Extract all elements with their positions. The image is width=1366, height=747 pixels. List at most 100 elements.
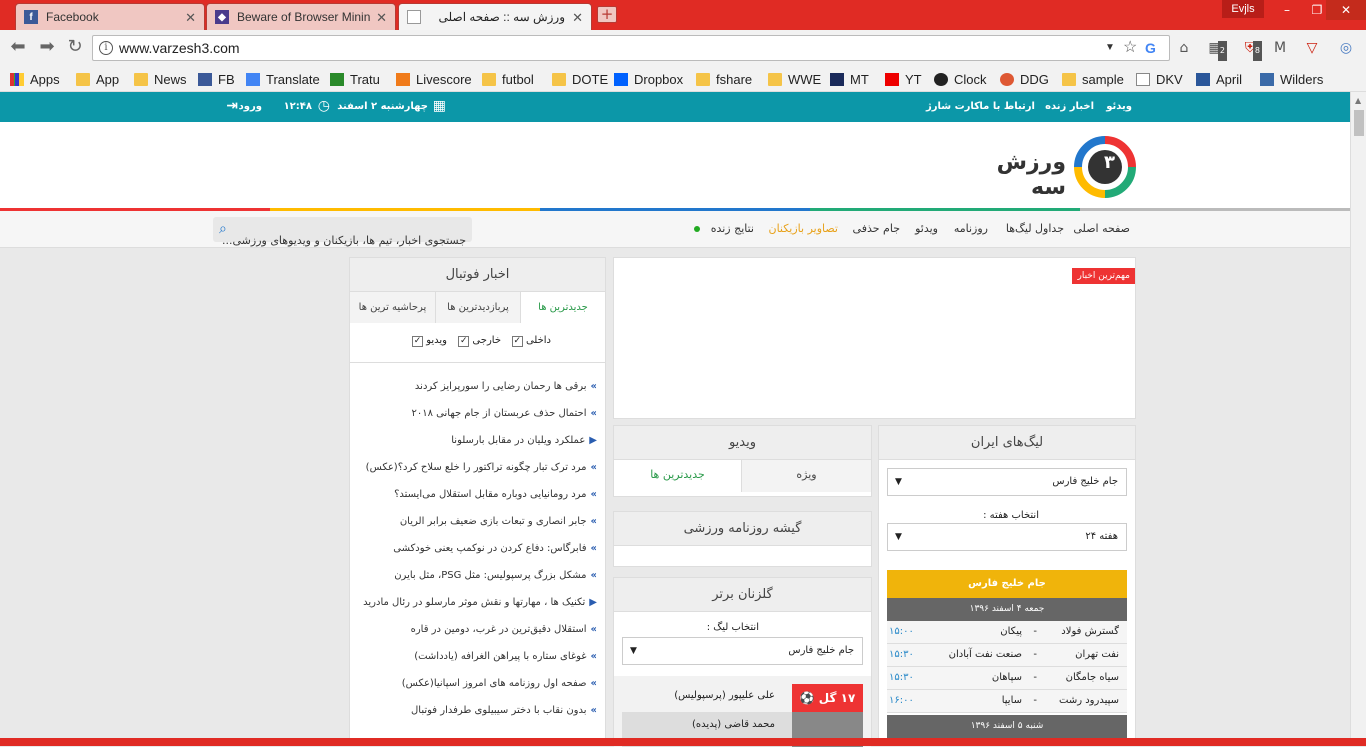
close-icon[interactable]: ✕ [185, 10, 196, 26]
bookmark-translate[interactable]: Translate [246, 69, 320, 89]
checkbox-icon[interactable]: ✓ [458, 336, 470, 347]
news-item[interactable]: »بدون نقاب با دختر سیبیلوی طرفدار فوتبال [411, 705, 597, 716]
match-row[interactable]: سپیدرود رشت - سایپا ۱۶:۰۰ [887, 690, 1127, 713]
extension-icon[interactable]: ▦ 2 [1205, 38, 1227, 61]
week-select[interactable]: هفته ۲۴ ▼ [887, 523, 1127, 551]
topbar-link-contact[interactable]: ارتباط با ما [979, 101, 1035, 112]
globe-icon[interactable]: ◎ [1336, 38, 1356, 58]
login-link[interactable]: ورود [239, 101, 262, 112]
bookmark-dropbox[interactable]: Dropbox [614, 69, 683, 89]
bookmark-fb[interactable]: FB [198, 69, 235, 89]
close-window-icon[interactable]: ✕ [1326, 0, 1366, 20]
news-item[interactable]: »استقلال دقیق‌ترین در غرب، دومین در قاره [411, 624, 597, 635]
search-input[interactable]: جستجوی اخبار، تیم ها، بازیکنان و ویدیوها… [213, 217, 472, 247]
menu-player-photos[interactable]: تصاویر بازیکنان [768, 222, 838, 235]
page-scrollbar[interactable]: ▲ [1350, 92, 1366, 746]
news-item[interactable]: »فابرگاس: دفاع کردن در نوکمپ یعنی خودکشی [393, 543, 597, 554]
match-row[interactable]: سیاه جامگان - سپاهان ۱۵:۳۰ [887, 667, 1127, 690]
dropdown-icon[interactable]: ▼ [1105, 36, 1115, 60]
tab-article[interactable]: ◆ Beware of Browser Minin ✕ [206, 3, 396, 30]
bookmark-fshare[interactable]: fshare [696, 69, 752, 89]
topbar-link-video[interactable]: ویدئو [1106, 101, 1132, 112]
bookmark-news[interactable]: News [134, 69, 187, 89]
menu-tables[interactable]: جداول لیگ‌ها [1006, 222, 1064, 235]
menu-live-results[interactable]: نتایج زنده [711, 222, 754, 235]
info-icon[interactable]: i [99, 41, 113, 55]
news-item[interactable]: »احتمال حذف عربستان از جام جهانی ۲۰۱۸ [412, 408, 597, 419]
topbar-link-charge[interactable]: کارت شارژ [926, 101, 980, 112]
news-item[interactable]: »مشکل بزرگ پرسپولیس: مثل PSG، مثل بایرن [394, 570, 597, 581]
menu-cup[interactable]: جام حذفی [853, 222, 900, 235]
minimize-icon[interactable]: – [1272, 0, 1302, 20]
news-item[interactable]: »جابر انصاری و تبعات بازی ضعیف برابر الر… [400, 516, 597, 527]
news-item[interactable]: ▶عملکرد ویلیان در مقابل بارسلونا [451, 435, 597, 446]
reload-icon[interactable]: ↻ [65, 37, 85, 57]
filter-domestic[interactable]: داخلی ✓ [511, 335, 551, 347]
chevron-down-icon: ▼ [630, 646, 637, 656]
site-logo[interactable]: ۳ ورزش سه [992, 136, 1138, 200]
tab-most-viewed[interactable]: پربازدیدترین ها [435, 292, 521, 323]
tab-facebook[interactable]: f Facebook ✕ [15, 3, 205, 30]
match-row[interactable]: گسترش فولاد - پیکان ۱۵:۰۰ [887, 621, 1127, 644]
live-dot-icon [694, 226, 700, 232]
news-item[interactable]: »مرد رومانیایی دوباره مقابل استقلال می‌ا… [394, 489, 597, 500]
gmail-icon[interactable]: M [1270, 38, 1290, 58]
newspaper-title[interactable]: گیشه روزنامه ورزشی [614, 512, 871, 546]
bookmark-wilders[interactable]: Wilders [1260, 69, 1323, 89]
second-scorer-name[interactable]: محمد قاضی (پدیده) [692, 719, 775, 730]
bookmark-sample[interactable]: sample [1062, 69, 1124, 89]
search-icon[interactable]: ⌕ [219, 217, 227, 242]
checkbox-icon[interactable]: ✓ [412, 336, 423, 347]
bookmark-yt[interactable]: YT [885, 69, 922, 89]
shield-icon[interactable]: ▽ [1302, 38, 1322, 58]
bookmark-app[interactable]: App [76, 69, 119, 89]
news-item[interactable]: ▶تکنیک ها ، مهارتها و نقش موثر مارسلو در… [363, 597, 597, 608]
news-item[interactable]: »برقی ها رحمان رضایی را سورپرایز کردند [415, 381, 597, 392]
top-scorer-name[interactable]: علی علیپور (پرسپولیس) [674, 690, 775, 701]
match-row[interactable]: نفت تهران - صنعت نفت آبادان ۱۵:۳۰ [887, 644, 1127, 667]
bookmark-dkv[interactable]: DKV [1136, 69, 1183, 89]
back-icon[interactable]: ⬅ [8, 37, 28, 57]
bookmark-clock[interactable]: Clock [934, 69, 987, 89]
bookmark-livescore[interactable]: Livescore [396, 69, 472, 89]
filter-foreign[interactable]: خارجی ✓ [458, 335, 501, 347]
new-tab-button[interactable]: + [597, 6, 617, 23]
bookmark-futbol[interactable]: futbol [482, 69, 534, 89]
menu-video[interactable]: ویدئو [915, 222, 938, 235]
menu-newspaper[interactable]: روزنامه [954, 222, 988, 235]
bookmark-dote[interactable]: DOTE [552, 69, 608, 89]
close-icon[interactable]: ✕ [572, 10, 583, 26]
forward-icon[interactable]: ➡ [37, 37, 57, 57]
league-select[interactable]: جام خلیج فارس ▼ [887, 468, 1127, 496]
google-icon[interactable]: G [1145, 36, 1156, 60]
star-icon[interactable]: ☆ [1123, 36, 1137, 60]
bookmark-april[interactable]: April [1196, 69, 1242, 89]
ublock-icon[interactable]: ⛨ 8 [1240, 38, 1262, 61]
filter-video[interactable]: ویدیو ✓ [412, 335, 447, 347]
scroll-thumb[interactable] [1354, 110, 1364, 136]
bookmark-ddg[interactable]: DDG [1000, 69, 1049, 89]
news-item[interactable]: »مرد ترک تبار چگونه تراکتور را خلع سلاح … [366, 462, 597, 473]
news-tabs: جدیدترین ها پربازدیدترین ها پرحاشیه ترین… [350, 292, 605, 323]
scorers-league-select[interactable]: جام خلیج فارس ▼ [622, 637, 863, 665]
checkbox-icon[interactable]: ✓ [511, 336, 523, 347]
menu-home[interactable]: صفحه اصلی [1073, 222, 1130, 235]
bookmark-wwe[interactable]: WWE [768, 69, 821, 89]
bookmark-apps[interactable]: Apps [10, 69, 60, 89]
news-item[interactable]: »صفحه اول روزنامه های امروز اسپانیا(عکس) [402, 678, 597, 689]
close-icon[interactable]: ✕ [376, 10, 387, 26]
topbar-link-live[interactable]: اخبار زنده [1045, 101, 1094, 112]
video-tab-special[interactable]: ویژه [742, 460, 871, 492]
address-bar[interactable]: i www.varzesh3.com ▼ ☆ G [92, 35, 1170, 61]
tab-newest[interactable]: جدیدترین ها [521, 292, 605, 323]
home-icon[interactable]: ⌂ [1174, 38, 1194, 58]
tab-most-controversial[interactable]: پرحاشیه ترین ها [350, 292, 435, 323]
login-icon[interactable]: ⇥ [226, 98, 238, 114]
video-tab-newest[interactable]: جدیدترین ها [614, 460, 742, 492]
bookmark-mt[interactable]: MT [830, 69, 869, 89]
tab-varzesh3[interactable]: ورزش سه :: صفحه اصلی ✕ [398, 3, 592, 30]
bookmark-tratu[interactable]: Tratu [330, 69, 380, 89]
news-item[interactable]: »غوغای ستاره با پیراهن الغرافه (یادداشت) [414, 651, 597, 662]
user-badge[interactable]: Evjls [1222, 0, 1264, 18]
scroll-up-icon[interactable]: ▲ [1355, 96, 1361, 105]
